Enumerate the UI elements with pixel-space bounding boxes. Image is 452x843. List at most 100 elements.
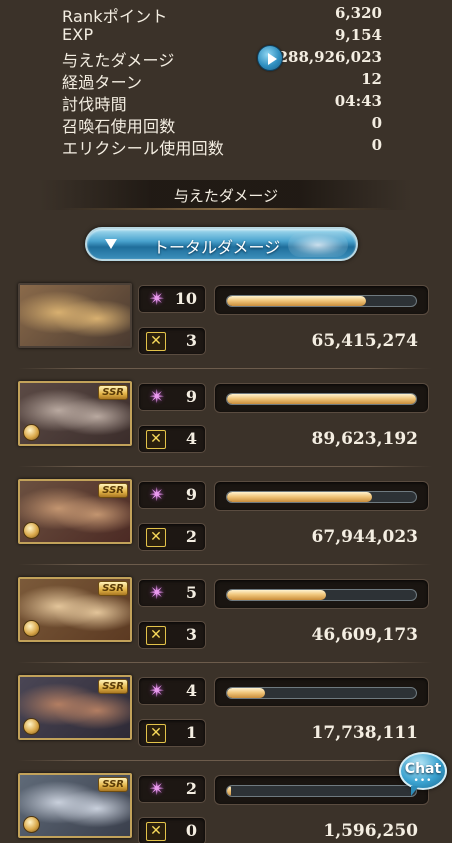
ability-count: 3 bbox=[185, 625, 197, 644]
sparkle-icon: ✴ bbox=[149, 484, 165, 506]
damage-bar bbox=[214, 579, 429, 609]
chat-button[interactable]: Chat ••• bbox=[399, 752, 447, 796]
row-divider bbox=[18, 466, 432, 467]
character-row: SSR ✴ 2 ✕ 0 1,596,250 bbox=[18, 773, 432, 843]
damage-bar-track bbox=[226, 589, 417, 601]
attack-count: 9 bbox=[185, 387, 197, 406]
result-stats: Rankポイント 6,320 EXP 9,154 与えたダメージ 288,926… bbox=[0, 0, 452, 160]
row-divider bbox=[18, 564, 432, 565]
damage-bar-track bbox=[226, 295, 417, 307]
damage-bar-fill bbox=[227, 296, 366, 306]
damage-value: 89,623,192 bbox=[311, 429, 418, 449]
ability-icon: ✕ bbox=[146, 626, 166, 645]
damage-bar-fill bbox=[227, 394, 416, 404]
element-icon bbox=[23, 424, 40, 441]
damage-bar-track bbox=[226, 785, 417, 797]
character-portrait[interactable]: SSR bbox=[18, 577, 132, 642]
stat-clear-time: 討伐時間 04:43 bbox=[62, 91, 382, 114]
character-portrait[interactable]: SSR bbox=[18, 479, 132, 544]
stat-label: Rankポイント bbox=[62, 7, 168, 26]
ability-count: 4 bbox=[185, 429, 197, 448]
ability-count: 1 bbox=[185, 723, 197, 742]
damage-value: 46,609,173 bbox=[311, 625, 418, 645]
triangle-down-icon bbox=[105, 239, 117, 249]
ability-count-pill: ✕ 4 bbox=[138, 425, 206, 453]
total-damage-label: トータルダメージ bbox=[153, 238, 281, 257]
character-portrait[interactable]: SSR bbox=[18, 381, 132, 446]
ability-icon: ✕ bbox=[146, 332, 166, 351]
stat-label: 経過ターン bbox=[62, 73, 143, 92]
chat-label: Chat bbox=[404, 761, 442, 777]
damage-bar bbox=[214, 775, 429, 805]
section-heading: 与えたダメージ bbox=[40, 180, 412, 210]
damage-bar-track bbox=[226, 393, 417, 405]
stat-label: EXP bbox=[62, 25, 94, 44]
damage-value: 1,596,250 bbox=[323, 821, 418, 841]
sparkle-icon: ✴ bbox=[149, 582, 165, 604]
character-row: SSR ✴ 9 ✕ 4 89,623,192 bbox=[18, 381, 432, 467]
damage-bar bbox=[214, 383, 429, 413]
attack-count-pill: ✴ 2 bbox=[138, 775, 206, 803]
character-portrait[interactable]: SSR bbox=[18, 675, 132, 740]
sparkle-icon: ✴ bbox=[149, 386, 165, 408]
character-row: SSR ✴ 4 ✕ 1 17,738,111 bbox=[18, 675, 432, 761]
damage-bar bbox=[214, 677, 429, 707]
element-icon bbox=[23, 620, 40, 637]
character-portrait[interactable] bbox=[18, 283, 132, 348]
stat-value: 12 bbox=[361, 70, 382, 88]
sparkle-icon: ✴ bbox=[149, 288, 165, 310]
attack-count: 4 bbox=[185, 681, 197, 700]
element-icon bbox=[23, 522, 40, 539]
damage-bar-track bbox=[226, 491, 417, 503]
ability-count-pill: ✕ 3 bbox=[138, 327, 206, 355]
stat-turns: 経過ターン 12 bbox=[62, 69, 382, 92]
element-icon bbox=[23, 816, 40, 833]
stat-value: 288,926,023 bbox=[277, 48, 382, 66]
attack-count-pill: ✴ 9 bbox=[138, 481, 206, 509]
ability-count-pill: ✕ 0 bbox=[138, 817, 206, 843]
stat-rank-points: Rankポイント 6,320 bbox=[62, 3, 382, 26]
rarity-badge: SSR bbox=[98, 581, 128, 596]
attack-count-pill: ✴ 5 bbox=[138, 579, 206, 607]
stat-elixir-uses: エリクシール使用回数 0 bbox=[62, 135, 382, 158]
ability-count-pill: ✕ 1 bbox=[138, 719, 206, 747]
section-heading-text: 与えたダメージ bbox=[173, 187, 279, 205]
ability-count-pill: ✕ 3 bbox=[138, 621, 206, 649]
damage-bar bbox=[214, 285, 429, 315]
stat-label: 与えたダメージ bbox=[62, 51, 175, 70]
ability-count: 2 bbox=[185, 527, 197, 546]
rarity-badge: SSR bbox=[98, 483, 128, 498]
stat-summon-uses: 召喚石使用回数 0 bbox=[62, 113, 382, 136]
stat-label: エリクシール使用回数 bbox=[62, 139, 225, 158]
stat-value: 0 bbox=[371, 136, 382, 154]
damage-bar-fill bbox=[227, 590, 326, 600]
ability-icon: ✕ bbox=[146, 822, 166, 841]
stat-value: 6,320 bbox=[335, 4, 382, 22]
portrait-image bbox=[20, 285, 130, 346]
ability-count: 0 bbox=[185, 821, 197, 840]
character-row: SSR ✴ 5 ✕ 3 46,609,173 bbox=[18, 577, 432, 663]
damage-value: 65,415,274 bbox=[311, 331, 418, 351]
chat-dots-icon: ••• bbox=[413, 776, 433, 786]
stat-value: 9,154 bbox=[335, 26, 382, 44]
damage-value: 17,738,111 bbox=[311, 723, 418, 743]
damage-detail-play-icon[interactable] bbox=[257, 45, 283, 71]
ability-icon: ✕ bbox=[146, 724, 166, 743]
ability-count: 3 bbox=[185, 331, 197, 350]
attack-count-pill: ✴ 9 bbox=[138, 383, 206, 411]
element-icon bbox=[23, 718, 40, 735]
character-portrait[interactable]: SSR bbox=[18, 773, 132, 838]
damage-bar-fill bbox=[227, 786, 231, 796]
attack-count: 2 bbox=[185, 779, 197, 798]
damage-bar bbox=[214, 481, 429, 511]
stat-label: 討伐時間 bbox=[62, 95, 127, 114]
damage-bar-fill bbox=[227, 492, 372, 502]
total-damage-dropdown-button[interactable]: トータルダメージ bbox=[85, 227, 358, 261]
damage-value: 67,944,023 bbox=[311, 527, 418, 547]
attack-count: 9 bbox=[185, 485, 197, 504]
attack-count-pill: ✴ 4 bbox=[138, 677, 206, 705]
ability-icon: ✕ bbox=[146, 528, 166, 547]
sparkle-icon: ✴ bbox=[149, 778, 165, 800]
character-row: ✴ 10 ✕ 3 65,415,274 bbox=[18, 283, 432, 369]
attack-count: 10 bbox=[174, 289, 197, 308]
